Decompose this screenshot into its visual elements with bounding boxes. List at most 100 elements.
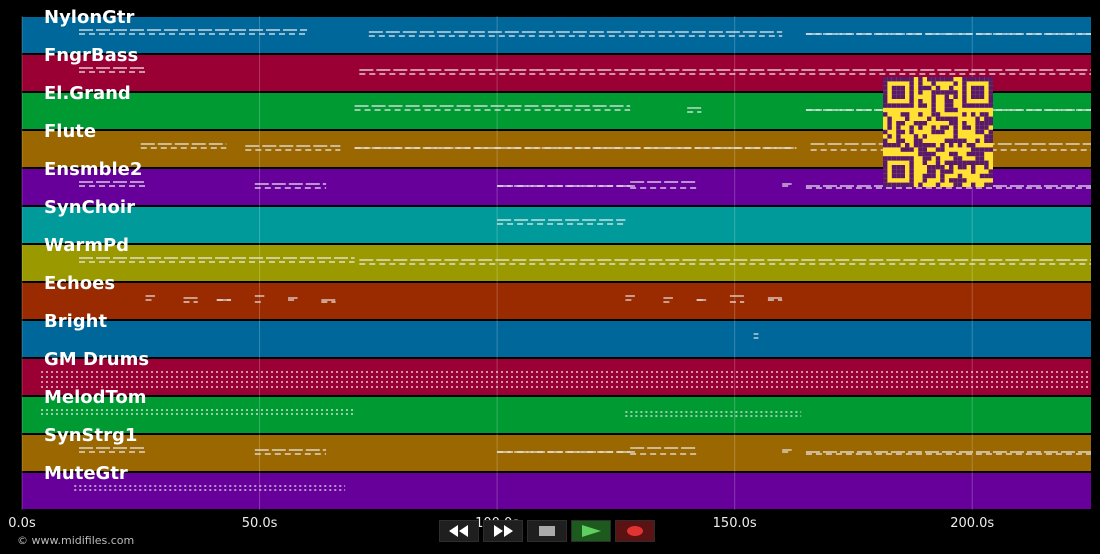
qr-module — [900, 85, 905, 91]
qr-module — [979, 112, 985, 117]
time-tick-label: 50.0s — [241, 516, 278, 531]
qr-module — [953, 134, 958, 139]
qr-module — [905, 182, 910, 187]
transport-controls — [439, 520, 655, 542]
qr-module — [940, 90, 945, 95]
qr-module — [949, 169, 954, 174]
qr-module — [966, 125, 971, 130]
qr-module — [909, 173, 914, 179]
qr-module — [891, 94, 897, 99]
qr-module — [971, 169, 976, 174]
qr-module — [940, 77, 945, 82]
qr-module — [935, 160, 941, 165]
qr-module — [971, 77, 976, 82]
qr-module — [988, 81, 993, 86]
qr-module — [896, 125, 901, 130]
qr-module — [918, 112, 923, 117]
qr-module — [887, 77, 892, 82]
rewind-button[interactable] — [439, 520, 479, 542]
qr-module — [883, 165, 888, 170]
qr-module — [918, 77, 923, 82]
qr-module — [975, 77, 980, 82]
qr-module — [962, 125, 967, 130]
qr-module — [905, 156, 910, 161]
record-button[interactable] — [615, 520, 655, 542]
qr-module — [896, 90, 901, 95]
qr-module — [913, 138, 919, 143]
qr-module — [949, 107, 954, 113]
qr-module — [883, 85, 888, 91]
qr-module — [957, 173, 963, 179]
qr-module — [966, 103, 971, 108]
qr-module — [944, 103, 949, 108]
qr-module — [988, 99, 993, 104]
qr-module — [984, 134, 989, 139]
qr-module — [953, 94, 958, 99]
copyright-text: © www.midifiles.com — [17, 534, 135, 547]
qr-module — [900, 103, 905, 108]
qr-module — [909, 99, 914, 104]
qr-module — [935, 129, 941, 135]
qr-module — [975, 151, 980, 157]
qr-module — [891, 173, 897, 179]
qr-module — [984, 165, 989, 170]
qr-module — [953, 116, 958, 121]
qr-module — [940, 173, 945, 179]
qr-module — [896, 169, 901, 174]
qr-module — [944, 107, 949, 113]
qr-module — [944, 169, 949, 174]
track-lane — [22, 397, 1091, 433]
stop-button[interactable] — [527, 520, 567, 542]
qr-module — [940, 143, 945, 148]
record-icon — [627, 526, 643, 536]
qr-module — [957, 156, 963, 161]
qr-module — [984, 125, 989, 130]
qr-module — [927, 165, 932, 170]
qr-module — [883, 112, 888, 117]
qr-module — [962, 160, 967, 165]
qr-code[interactable] — [883, 77, 993, 187]
qr-module — [940, 165, 945, 170]
qr-module — [957, 138, 963, 143]
qr-module — [931, 81, 936, 86]
qr-module — [935, 147, 941, 152]
qr-module — [944, 116, 949, 121]
qr-module — [971, 147, 976, 152]
qr-module — [975, 85, 980, 91]
qr-module — [975, 129, 980, 135]
qr-module — [896, 143, 901, 148]
qr-module — [971, 151, 976, 157]
play-button[interactable] — [571, 520, 611, 542]
qr-module — [962, 94, 967, 99]
qr-module — [931, 165, 936, 170]
qr-module — [900, 156, 905, 161]
qr-module — [944, 125, 949, 130]
qr-module — [984, 173, 989, 179]
fast-forward-button[interactable] — [483, 520, 523, 542]
qr-module — [918, 138, 923, 143]
qr-module — [944, 77, 949, 82]
qr-module — [909, 90, 914, 95]
qr-module — [887, 182, 892, 187]
qr-module — [883, 182, 888, 187]
time-tick-label: 0.0s — [8, 516, 36, 531]
qr-module — [979, 85, 985, 91]
qr-module — [918, 125, 923, 130]
qr-module — [887, 134, 892, 139]
time-tick-label: 200.0s — [950, 516, 995, 531]
qr-module — [953, 90, 958, 95]
qr-module — [949, 99, 954, 104]
qr-module — [905, 103, 910, 108]
qr-module — [887, 116, 892, 121]
qr-module — [940, 169, 945, 174]
qr-module — [962, 103, 967, 108]
qr-module — [931, 90, 936, 95]
qr-module — [944, 90, 949, 95]
qr-module — [935, 182, 941, 187]
qr-module — [953, 151, 958, 157]
rewind-icon — [449, 525, 468, 537]
qr-module — [988, 138, 993, 143]
qr-module — [984, 182, 989, 187]
track-lane — [22, 17, 1091, 53]
qr-module — [922, 85, 927, 91]
